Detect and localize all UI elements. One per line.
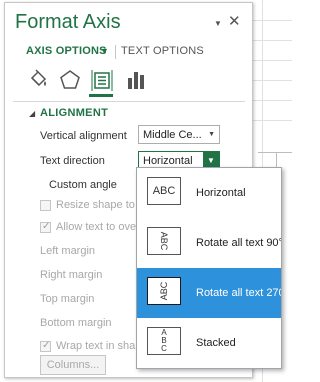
option-label: Horizontal [196,187,246,199]
vertical-alignment-select[interactable]: Middle Ce... ▼ [138,125,220,144]
option-label: Stacked [196,337,236,349]
gridline [253,60,292,61]
top-margin-label: Top margin [40,293,95,305]
size-properties-icon[interactable] [89,67,115,93]
vertical-alignment-label: Vertical alignment [40,130,127,142]
allow-overflow-label: Allow text to overfl [56,221,146,233]
right-margin-label: Right margin [40,269,103,281]
option-horizontal[interactable]: ABC Horizontal [137,168,281,218]
columns-button[interactable]: Columns... [40,355,106,375]
tab-axis-options[interactable]: AXIS OPTIONS [26,45,107,57]
chevron-down-icon[interactable]: ▼ [100,46,109,56]
resize-shape-checkbox[interactable] [40,200,51,211]
checkmark-icon: ✓ [42,221,51,232]
chevron-down-icon: ▼ [207,156,215,165]
custom-angle-label: Custom angle [49,179,117,191]
wrap-text-checkbox[interactable]: ✓ [40,340,51,352]
text-direction-dropdown-list: ABC Horizontal ABC Rotate all text 90° A… [136,167,282,369]
selected-category-indicator [89,94,113,97]
stacked-preview-icon: A B C [147,327,181,355]
divider [13,101,245,102]
option-label: Rotate all text 90° [196,237,282,249]
section-title-alignment[interactable]: ALIGNMENT [40,107,108,119]
gridline [253,20,292,21]
stacked-letter: C [161,344,167,353]
gridline [253,120,292,121]
preview-text: ABC [152,185,176,197]
effects-pentagon-icon[interactable] [57,67,83,93]
preview-text: ABC [159,281,169,301]
rotate-270-preview-icon: ABC [147,277,181,305]
option-label: Rotate all text 270° [196,287,282,299]
option-stacked[interactable]: A B C Stacked [137,318,281,368]
rotate-90-preview-icon: ABC [147,227,181,255]
gridline [253,100,292,101]
tab-text-options[interactable]: TEXT OPTIONS [121,45,204,57]
resize-shape-label: Resize shape to fit [56,199,147,211]
preview-text: A B C [148,329,180,353]
checkmark-icon: ✓ [42,340,51,351]
vertical-alignment-value: Middle Ce... [143,129,202,141]
gridline [253,80,292,81]
option-rotate-270[interactable]: ABC Rotate all text 270° [137,268,281,318]
chevron-down-icon: ▼ [208,131,215,138]
allow-overflow-checkbox[interactable]: ✓ [40,221,51,233]
chart-area-border [258,152,292,153]
text-direction-label: Text direction [40,155,105,167]
wrap-text-label: Wrap text in shape [56,340,148,352]
gridline [253,40,292,41]
horizontal-preview-icon: ABC [147,177,181,205]
bottom-margin-label: Bottom margin [40,317,112,329]
fill-line-icon[interactable] [25,67,51,93]
option-rotate-90[interactable]: ABC Rotate all text 90° [137,218,281,268]
tab-separator [115,45,116,59]
close-icon[interactable]: ✕ [228,12,241,30]
pane-title: Format Axis [15,11,121,33]
text-direction-value: Horizontal [143,155,193,167]
preview-text: ABC [159,231,169,251]
left-margin-label: Left margin [40,245,96,257]
collapse-arrow-icon[interactable]: ◢ [29,109,35,118]
axis-options-bar-chart-icon[interactable] [123,67,149,93]
pane-options-dropdown-icon[interactable]: ▼ [214,19,222,28]
